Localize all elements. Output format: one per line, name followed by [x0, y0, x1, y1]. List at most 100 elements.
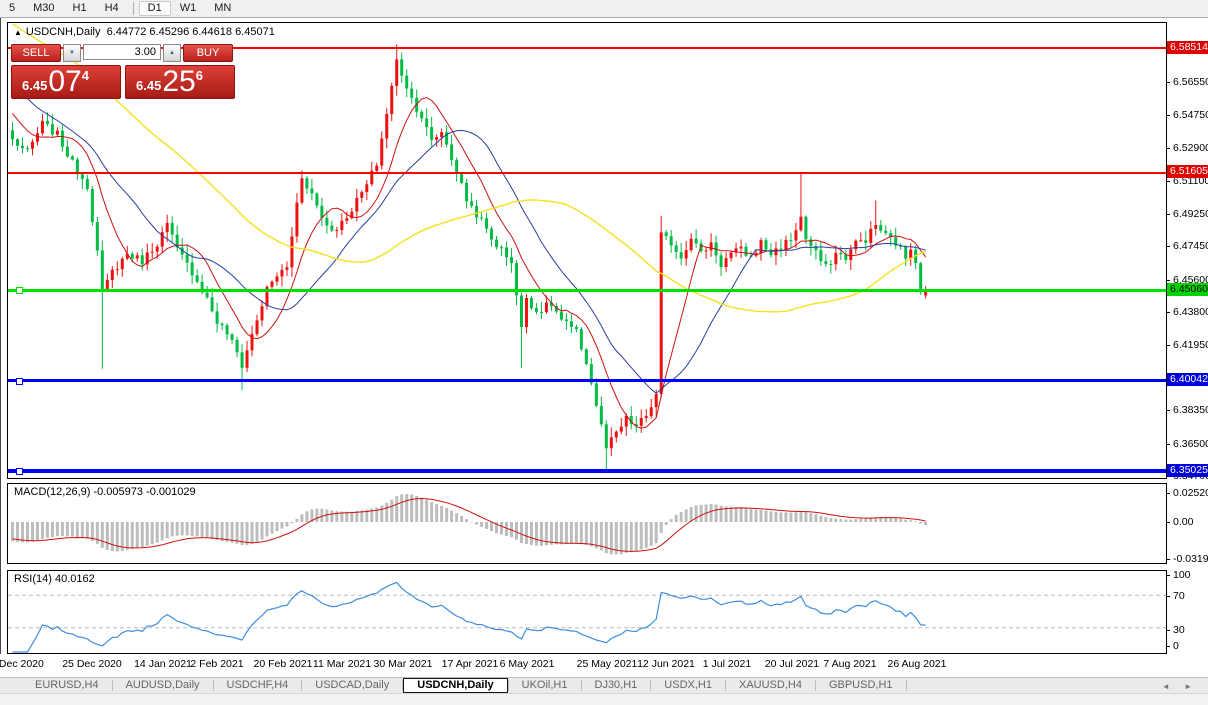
timeframe-w1[interactable]: W1	[171, 1, 206, 16]
buy-button[interactable]: BUY	[183, 44, 233, 62]
price-axis: 6.56550 6.54750 6.52900 6.51100 6.49250 6.474…	[1167, 22, 1208, 655]
price-tick	[1167, 443, 1170, 445]
tab-eurusd-h4[interactable]: EURUSD,H4	[22, 678, 112, 693]
rsi-tick	[1167, 630, 1170, 631]
buy-price-box[interactable]: 6.45 25 6	[125, 65, 235, 99]
rsi-tick	[1167, 646, 1170, 647]
price-badge: 6.40042	[1167, 373, 1208, 387]
sell-button[interactable]: SELL	[11, 44, 61, 62]
level-handle[interactable]	[16, 287, 23, 295]
level-handle[interactable]	[16, 468, 23, 476]
status-strip	[0, 693, 1208, 705]
price-badge: 6.45060	[1167, 282, 1208, 296]
tab-audusd-daily[interactable]: AUDUSD,Daily	[113, 678, 213, 693]
price-tick	[1167, 410, 1170, 412]
trade-panel: SELL ▼ ▲ BUY 6.45 07 4 6.45 25 6	[11, 44, 237, 99]
sell-price-prefix: 6.45	[22, 78, 48, 93]
price-tick-label: 6.56550	[1173, 76, 1208, 89]
timeframe-m30[interactable]: M30	[24, 1, 63, 16]
rsi-tick-label: 0	[1173, 640, 1179, 652]
volume-input[interactable]	[83, 44, 161, 60]
price-badge: 6.58514	[1167, 40, 1208, 54]
macd-tick-label: 0.025209	[1173, 487, 1208, 499]
price-tick	[1167, 114, 1170, 116]
tab-xauusd-h4[interactable]: XAUUSD,H4	[726, 678, 815, 693]
timeframe-h1[interactable]: H1	[64, 1, 96, 16]
price-tick	[1167, 180, 1170, 182]
price-tick-label: 6.52900	[1173, 142, 1208, 155]
tab-usdchf-h4[interactable]: USDCHF,H4	[214, 678, 302, 693]
timeframe-mn[interactable]: MN	[205, 1, 240, 16]
macd-tick-label: 0.00	[1173, 516, 1194, 528]
tab-gbpusd-h1[interactable]: GBPUSD,H1	[816, 678, 906, 693]
level-line-6.4506[interactable]	[8, 288, 1166, 292]
timeframe-d1[interactable]: D1	[138, 1, 171, 16]
tab-scroll-arrows: ◄ ►	[1150, 682, 1192, 691]
tabs-scroll-right-icon[interactable]: ►	[1184, 682, 1192, 691]
price-tick-label: 6.49250	[1173, 207, 1208, 220]
tabs-scroll-left-icon[interactable]: ◄	[1162, 682, 1170, 691]
buy-price-prefix: 6.45	[136, 78, 162, 93]
rsi-tick	[1167, 596, 1170, 597]
tab-separator	[905, 680, 907, 691]
tab-dj30-h1[interactable]: DJ30,H1	[582, 678, 651, 693]
price-badge: 6.35025	[1167, 463, 1208, 477]
price-tick-label: 6.38350	[1173, 404, 1208, 417]
price-tick	[1167, 148, 1170, 150]
timeframe-h4[interactable]: H4	[96, 1, 128, 16]
price-tick	[1167, 82, 1170, 84]
rsi-pane[interactable]: RSI(14) 40.0162	[7, 570, 1167, 654]
date-axis: 7 Dec 202025 Dec 202014 Jan 20212 Feb 20…	[0, 654, 1208, 677]
macd-tick	[1167, 559, 1170, 560]
chart-tab-bar: EURUSD,H4 AUDUSD,Daily USDCHF,H4 USDCAD,Dai…	[0, 677, 1208, 693]
tab-usdcnh-daily[interactable]: USDCNH,Daily	[403, 678, 508, 693]
rsi-label: RSI(14) 40.0162	[14, 573, 95, 585]
volume-decrease-button[interactable]: ▼	[63, 44, 81, 62]
sell-price-pip: 4	[81, 68, 89, 83]
chevron-down-icon: ▼	[69, 50, 75, 56]
tab-ukoil-h1[interactable]: UKOil,H1	[509, 678, 581, 693]
timeframe-toolbar: 5 M30 H1 H4 D1 W1 MN	[0, 0, 1208, 18]
macd-label: MACD(12,26,9) -0.005973 -0.001029	[14, 486, 196, 498]
level-line-6.51605[interactable]	[8, 171, 1166, 174]
price-chart-pane[interactable]: ▲ USDCNH,Daily 6.44772 6.45296 6.44618 6.…	[7, 22, 1167, 479]
rsi-tick-label: 70	[1173, 590, 1185, 602]
tab-usdcad-daily[interactable]: USDCAD,Daily	[302, 678, 402, 693]
volume-increase-button[interactable]: ▲	[163, 44, 181, 62]
macd-tick	[1167, 493, 1170, 494]
symbol-label: USDCNH,Daily	[25, 26, 101, 38]
price-tick-label: 6.43800	[1173, 306, 1208, 319]
price-tick-label: 6.47450	[1173, 240, 1208, 253]
sell-price-box[interactable]: 6.45 07 4	[11, 65, 121, 99]
date-label: 26 Aug 2021	[887, 658, 947, 670]
macd-tick-label: -0.031994	[1173, 553, 1208, 565]
level-line-6.35025[interactable]	[8, 469, 1166, 474]
rsi-tick	[1167, 575, 1170, 576]
rsi-tick-label: 30	[1173, 624, 1185, 636]
timeframe-5[interactable]: 5	[0, 1, 24, 16]
rsi-tick-label: 100	[1173, 569, 1191, 581]
price-tick-label: 6.41950	[1173, 339, 1208, 352]
tab-usdx-h1[interactable]: USDX,H1	[651, 678, 725, 693]
price-tick	[1167, 246, 1170, 248]
level-handle[interactable]	[16, 377, 23, 385]
price-tick-label: 6.36500	[1173, 437, 1208, 450]
price-tick	[1167, 279, 1170, 281]
buy-price-pip: 6	[195, 68, 203, 83]
chevron-up-icon: ▲	[169, 50, 175, 56]
ohlc-values: 6.44772 6.45296 6.44618 6.45071	[106, 26, 275, 38]
price-tick	[1167, 312, 1170, 314]
date-label: 6 May 2021	[499, 658, 555, 670]
rsi-chart	[8, 581, 1166, 653]
macd-pane[interactable]: MACD(12,26,9) -0.005973 -0.001029	[7, 483, 1167, 564]
price-tick-label: 6.54750	[1173, 108, 1208, 121]
chart-title: ▲ USDCNH,Daily 6.44772 6.45296 6.44618 6.…	[14, 26, 275, 38]
price-tick	[1167, 213, 1170, 215]
price-badge: 6.51605	[1167, 165, 1208, 178]
macd-tick	[1167, 522, 1170, 523]
collapse-icon[interactable]: ▲	[14, 28, 22, 37]
toolbar-separator	[132, 2, 134, 15]
window-left-border	[0, 18, 1, 693]
level-line-6.40042[interactable]	[8, 379, 1166, 383]
sell-price-big: 07	[48, 65, 82, 98]
